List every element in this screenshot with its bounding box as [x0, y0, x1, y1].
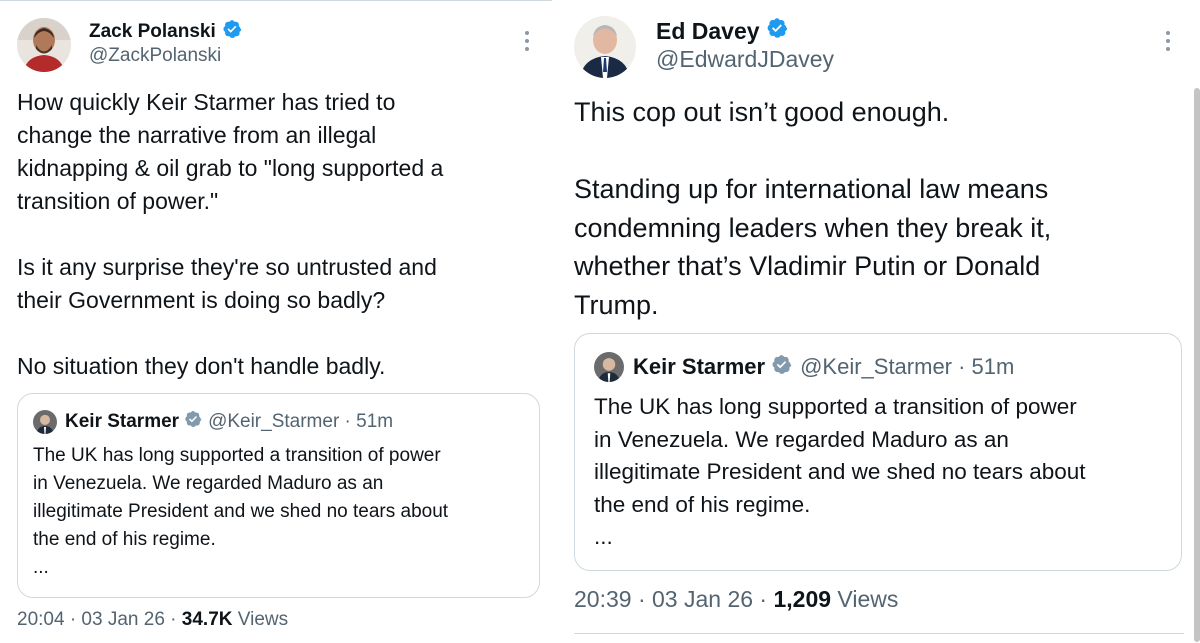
tweet-meta: 20:39 · 03 Jan 26 · 1,209 Views — [574, 586, 898, 613]
tweet-meta: 20:04 · 03 Jan 26 · 34.7K Views — [17, 609, 288, 631]
tweet-time[interactable]: 20:04 · 03 Jan 26 · — [17, 609, 182, 630]
author-name[interactable]: Zack Polanski — [89, 21, 216, 43]
quoted-author-name: Keir Starmer — [65, 411, 180, 432]
quoted-author-handle: @Keir_Starmer · 51m — [800, 354, 1015, 379]
views-label: Views — [232, 609, 289, 630]
more-options-icon[interactable] — [525, 31, 529, 51]
quoted-author-row: Keir Starmer @Keir_Starmer · 51m — [33, 410, 393, 434]
avatar-keir-starmer — [594, 352, 624, 382]
author-name-row[interactable]: Zack Polanski — [89, 19, 242, 45]
verified-badge-icon — [222, 19, 242, 45]
more-options-icon[interactable] — [1166, 31, 1170, 51]
verified-badge-icon — [771, 354, 792, 381]
avatar-ed-davey[interactable] — [574, 16, 636, 78]
view-count: 34.7K — [181, 609, 233, 630]
author-name[interactable]: Ed Davey — [656, 18, 760, 45]
quoted-author-handle: @Keir_Starmer · 51m — [208, 411, 394, 432]
tweet-ed-davey: Ed Davey @EdwardJDavey This cop out isn’… — [558, 0, 1200, 642]
quoted-tweet-text: The UK has long supported a transition o… — [33, 445, 449, 578]
tweet-time[interactable]: 20:39 · 03 Jan 26 · — [574, 586, 773, 612]
avatar-zack-polanski[interactable] — [17, 18, 71, 72]
avatar-keir-starmer — [33, 410, 57, 434]
quoted-tweet[interactable]: Keir Starmer @Keir_Starmer · 51m The UK … — [17, 393, 540, 598]
verified-badge-icon — [766, 17, 788, 45]
tweet-text: This cop out isn’t good enough. Standing… — [574, 97, 1052, 320]
quoted-author-row: Keir Starmer @Keir_Starmer · 51m — [594, 352, 1014, 382]
views-label: Views — [831, 586, 899, 612]
quoted-author-name: Keir Starmer — [633, 354, 766, 379]
tweet-text: How quickly Keir Starmer has tried to ch… — [17, 89, 444, 379]
view-count: 1,209 — [773, 586, 832, 612]
verified-badge-icon — [184, 410, 202, 434]
tweet-zack-polanski: Zack Polanski @ZackPolanski How quickly … — [0, 0, 552, 643]
author-handle[interactable]: @ZackPolanski — [89, 45, 221, 67]
quoted-tweet-text: The UK has long supported a transition o… — [594, 394, 1086, 549]
quoted-tweet[interactable]: Keir Starmer @Keir_Starmer · 51m The UK … — [574, 333, 1182, 571]
scrollbar[interactable] — [1194, 88, 1200, 642]
bottom-divider — [574, 633, 1184, 634]
author-name-row[interactable]: Ed Davey — [656, 17, 788, 45]
author-handle[interactable]: @EdwardJDavey — [656, 46, 834, 73]
